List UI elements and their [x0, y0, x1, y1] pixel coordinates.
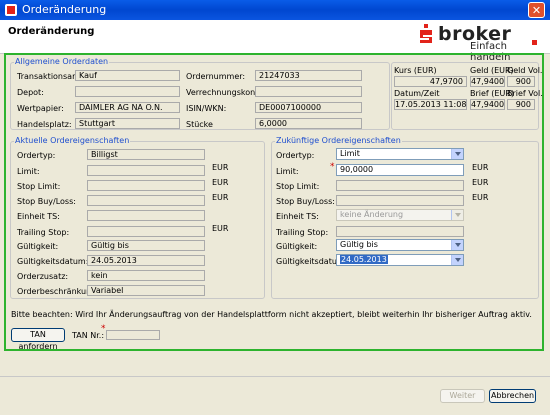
chevron-down-icon[interactable]	[451, 149, 463, 159]
cur-orderzusatz-label: Orderzusatz:	[17, 272, 69, 281]
cur-limit-label: Limit:	[17, 167, 40, 176]
cur-trailing-unit: EUR	[212, 224, 229, 233]
fut-stop-limit-input	[336, 180, 464, 191]
sparkasse-s-icon	[420, 24, 432, 43]
required-marker: *	[101, 324, 106, 334]
transaktionsart-field: Kauf	[75, 70, 180, 81]
wertpapier-label: Wertpapier:	[17, 104, 64, 113]
cur-einheit-field	[87, 210, 205, 221]
chevron-down-icon	[451, 210, 463, 220]
title-bar: Orderänderung ✕	[0, 0, 550, 20]
fut-gueltigkeit-label: Gültigkeit:	[276, 242, 318, 251]
fut-ordertyp-select[interactable]: Limit	[336, 148, 464, 160]
geld-vol-label: Geld Vol.	[507, 66, 543, 75]
cur-gueltigkeit-label: Gültigkeit:	[17, 242, 59, 251]
fut-limit-input[interactable]: 90,0000	[336, 164, 464, 176]
fut-gueltigkeitsdatum-select[interactable]: 24.05.2013	[336, 254, 464, 266]
datum-label: Datum/Zeit	[394, 89, 440, 98]
fut-einheit-label: Einheit TS:	[276, 212, 319, 221]
verrechnungskonto-field	[255, 86, 362, 97]
cur-stop-limit-field	[87, 180, 205, 191]
handelsplatz-label: Handelsplatz:	[17, 120, 72, 129]
datum-field: 17.05.2013 11:08:46	[394, 99, 467, 110]
stuecke-label: Stücke	[186, 120, 213, 129]
abbrechen-button[interactable]: Abbrechen	[489, 389, 536, 403]
cur-trailing-label: Trailing Stop:	[17, 228, 70, 237]
app-icon	[5, 4, 17, 16]
close-button[interactable]: ✕	[528, 2, 545, 18]
cur-ordertyp-label: Ordertyp:	[17, 151, 56, 160]
brief-vol-field: 900	[507, 99, 535, 110]
stuecke-field: 6,0000	[255, 118, 362, 129]
tan-label: TAN Nr.:	[72, 331, 105, 340]
fut-gueltigkeitsdatum-value: 24.05.2013	[340, 255, 388, 264]
fut-stop-buy-input	[336, 195, 464, 206]
verrechnungskonto-label: Verrechnungskonto:	[186, 88, 266, 97]
depot-label: Depot:	[17, 88, 44, 97]
fut-trailing-input	[336, 226, 464, 237]
kurs-label: Kurs (EUR)	[394, 66, 437, 75]
cur-trailing-field	[87, 226, 205, 237]
cur-stop-buy-label: Stop Buy/Loss:	[17, 197, 76, 206]
tan-input[interactable]	[106, 330, 160, 340]
cur-einheit-label: Einheit TS:	[17, 212, 60, 221]
notice-text: Bitte beachten: Wird Ihr Änderungsauftra…	[11, 310, 532, 319]
fut-stop-limit-label: Stop Limit:	[276, 182, 320, 191]
fut-stop-buy-unit: EUR	[472, 193, 489, 202]
isin-field: DE0007100000	[255, 102, 362, 113]
chevron-down-icon[interactable]	[451, 255, 463, 265]
required-marker: *	[330, 162, 335, 172]
geld-vol-field: 900	[507, 76, 535, 87]
cur-stop-buy-field	[87, 195, 205, 206]
cur-stop-limit-unit: EUR	[212, 178, 229, 187]
fut-trailing-label: Trailing Stop:	[276, 228, 329, 237]
cur-stop-buy-unit: EUR	[212, 193, 229, 202]
fut-limit-label: Limit:	[276, 167, 299, 176]
cur-limit-field	[87, 165, 205, 176]
brief-vol-label: Brief Vol.	[507, 89, 543, 98]
cur-gueltigkeitsdatum-label: Gültigkeitsdatum:	[17, 257, 89, 266]
cur-gueltigkeit-field: Gültig bis	[87, 240, 205, 251]
handelsplatz-field: Stuttgart	[75, 118, 180, 129]
depot-field	[75, 86, 180, 97]
fut-gueltigkeit-value: Gültig bis	[340, 240, 378, 249]
window-title: Orderänderung	[22, 3, 107, 16]
dialog-header: Orderänderung broker	[0, 20, 550, 54]
ordernummer-label: Ordernummer:	[186, 72, 246, 81]
chevron-down-icon[interactable]	[451, 240, 463, 250]
fut-einheit-select: keine Änderung	[336, 209, 464, 221]
transaktionsart-label: Transaktionsart:	[17, 72, 82, 81]
general-group-title: Allgemeine Orderdaten	[14, 57, 110, 66]
fut-stop-buy-label: Stop Buy/Loss:	[276, 197, 335, 206]
fut-limit-unit: EUR	[472, 163, 489, 172]
fut-ordertyp-label: Ordertyp:	[276, 151, 315, 160]
ordernummer-field: 21247033	[255, 70, 362, 81]
brief-field: 47,9400	[470, 99, 505, 110]
cur-orderbeschraenkung-field: Variabel	[87, 285, 205, 296]
fut-stop-limit-unit: EUR	[472, 178, 489, 187]
fut-einheit-value: keine Änderung	[340, 210, 404, 219]
tan-request-button[interactable]: TAN anfordern	[11, 328, 65, 351]
current-group-title: Aktuelle Ordereigenschaften	[14, 136, 131, 145]
cur-stop-limit-label: Stop Limit:	[17, 182, 61, 191]
kurs-field: 47,9700	[394, 76, 467, 87]
fut-gueltigkeit-select[interactable]: Gültig bis	[336, 239, 464, 251]
divider	[0, 376, 550, 377]
cur-limit-unit: EUR	[212, 163, 229, 172]
future-group-title: Zukünftige Ordereigenschaften	[275, 136, 402, 145]
page-title: Orderänderung	[8, 26, 95, 37]
wertpapier-field: DAIMLER AG NA O.N.	[75, 102, 180, 113]
geld-field: 47,9400	[470, 76, 505, 87]
cur-orderzusatz-field: kein	[87, 270, 205, 281]
isin-label: ISIN/WKN:	[186, 104, 227, 113]
cur-gueltigkeitsdatum-field: 24.05.2013	[87, 255, 205, 266]
fut-ordertyp-value: Limit	[340, 149, 360, 158]
weiter-button[interactable]: Weiter	[440, 389, 485, 403]
cur-ordertyp-field: Billigst	[87, 149, 205, 160]
